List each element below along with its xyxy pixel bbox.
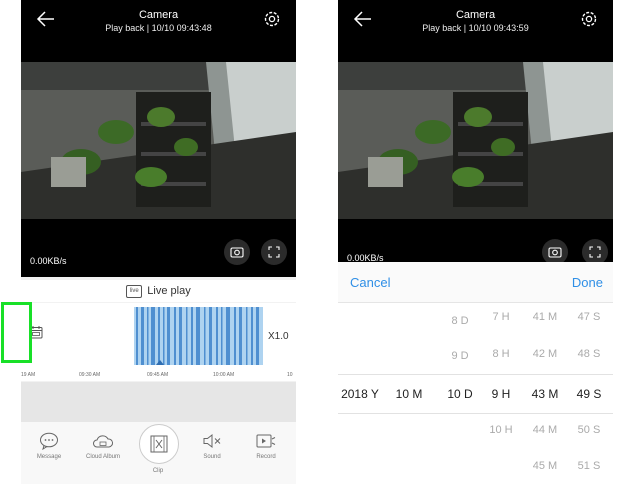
sound-mute-icon	[203, 433, 221, 449]
video-controls-bar: 0.00KB/s	[21, 219, 296, 277]
done-button[interactable]: Done	[572, 275, 603, 290]
expand-icon	[268, 246, 280, 258]
date-picker-header: Cancel Done	[338, 262, 613, 303]
axis-label: 10	[287, 372, 293, 378]
app-header: Camera Play back | 10/10 09:43:59	[338, 0, 613, 62]
empty-area	[21, 382, 296, 422]
app-header: Camera Play back | 10/10 09:43:48	[21, 0, 296, 62]
left-phone-screen: Camera Play back | 10/10 09:43:48 0.00KB	[21, 0, 296, 484]
axis-label: 09:30 AM	[79, 372, 101, 378]
playback-speed[interactable]: X1.0	[268, 331, 289, 342]
cloud-album-icon	[93, 435, 113, 448]
picker-month[interactable]: 10 M	[396, 387, 423, 401]
cancel-button[interactable]: Cancel	[350, 275, 390, 290]
picker-second-option[interactable]: 51 S	[578, 460, 601, 472]
fullscreen-button[interactable]	[261, 239, 287, 265]
picker-second-selected[interactable]: 49 S	[577, 387, 602, 401]
calendar-highlight-box	[1, 302, 32, 363]
playback-timestamp: Play back | 10/10 09:43:48	[105, 23, 212, 33]
picker-second-option[interactable]: 47 S	[578, 311, 601, 323]
picker-day-selected[interactable]: 10 D	[447, 387, 472, 401]
cloud-album-button[interactable]: Cloud Album	[78, 430, 128, 460]
axis-label: 10:00 AM	[213, 372, 235, 378]
clip-icon	[150, 435, 168, 453]
axis-label: 09:45 AM	[147, 372, 169, 378]
picker-hour-option[interactable]: 8 H	[492, 348, 509, 360]
picker-hour-option[interactable]: 10 H	[489, 424, 512, 436]
picker-minute-selected[interactable]: 43 M	[532, 387, 559, 401]
network-speed: 0.00KB/s	[30, 256, 67, 266]
record-button[interactable]: Record	[241, 430, 291, 460]
picker-minute-option[interactable]: 41 M	[533, 311, 557, 323]
camera-video-feed[interactable]	[21, 62, 296, 219]
sound-button[interactable]: Sound	[187, 430, 237, 460]
snapshot-button[interactable]	[224, 239, 250, 265]
date-time-picker[interactable]: 2018 Y 10 M 8 D 9 D 10 D 7 H 8 H 9 H 10 …	[338, 303, 613, 484]
picker-hour-option[interactable]: 7 H	[492, 311, 509, 323]
page-title: Camera	[455, 9, 496, 21]
picker-day-option[interactable]: 8 D	[451, 315, 468, 327]
page-title: Camera	[138, 9, 179, 21]
gear-icon[interactable]	[262, 9, 282, 29]
message-button[interactable]: Message	[24, 430, 74, 460]
picker-minute-option[interactable]: 44 M	[533, 424, 557, 436]
expand-icon	[589, 246, 601, 258]
picker-day-option[interactable]: 9 D	[451, 350, 468, 362]
picker-second-option[interactable]: 50 S	[578, 424, 601, 436]
recorded-segments	[134, 307, 263, 365]
playback-timeline[interactable]: X1.0	[21, 303, 296, 369]
bottom-toolbar: Message Cloud Album Clip Sound Record	[21, 422, 296, 484]
axis-label: 19 AM	[21, 372, 36, 378]
playback-timestamp: Play back | 10/10 09:43:59	[422, 23, 529, 33]
picker-minute-option[interactable]: 45 M	[533, 460, 557, 472]
picker-minute-option[interactable]: 42 M	[533, 348, 557, 360]
live-play-label: Live play	[147, 285, 191, 297]
video-controls-bar: 0.00KB/s	[338, 219, 613, 265]
message-icon	[40, 432, 58, 450]
picker-year[interactable]: 2018 Y	[341, 387, 379, 401]
picker-second-option[interactable]: 48 S	[578, 348, 601, 360]
camera-video-feed[interactable]	[338, 62, 613, 219]
clip-button[interactable]	[139, 424, 179, 464]
clip-label: Clip	[152, 468, 164, 474]
record-icon	[256, 434, 276, 448]
live-icon: live	[126, 284, 143, 298]
live-play-button[interactable]: live Live play	[21, 280, 296, 302]
picker-selection-bar	[338, 374, 613, 414]
right-phone-screen: Camera Play back | 10/10 09:43:59 0.00KB…	[338, 0, 613, 484]
timeline-axis: 19 AM 09:30 AM 09:45 AM 10:00 AM 10	[21, 369, 296, 381]
gear-icon[interactable]	[579, 9, 599, 29]
camera-icon	[230, 247, 244, 258]
camera-icon	[548, 247, 562, 258]
picker-hour-selected[interactable]: 9 H	[492, 387, 511, 401]
